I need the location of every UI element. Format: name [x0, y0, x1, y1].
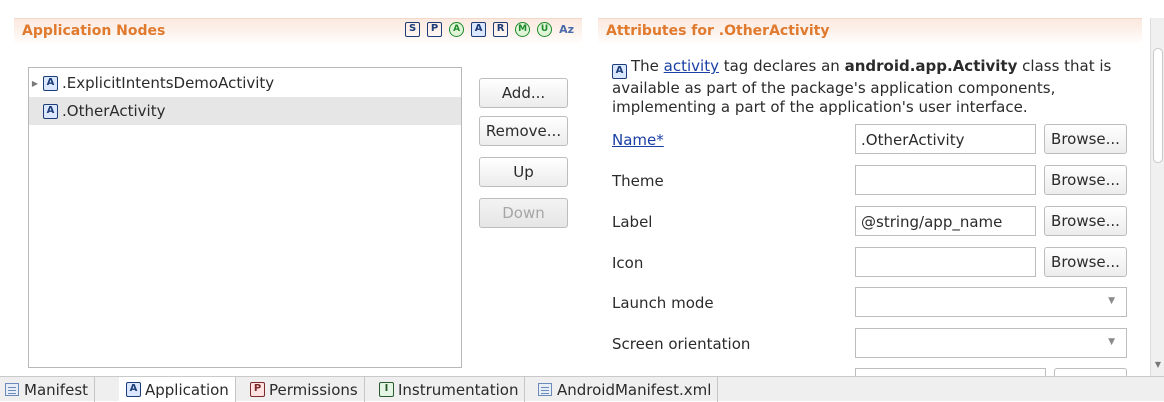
filter-a-circle-icon[interactable]: A — [449, 22, 465, 37]
tree-item-other-activity[interactable]: A .OtherActivity — [29, 97, 461, 125]
activity-description: A The activity tag declares an android.ap… — [612, 57, 1132, 117]
name-browse-button[interactable]: Browse... — [1044, 124, 1127, 154]
tab-manifest-label: Manifest — [24, 380, 89, 399]
tab-instrumentation-label: Instrumentation — [398, 380, 519, 399]
launch-mode-label: Launch mode — [612, 294, 714, 312]
remove-button[interactable]: Remove... — [479, 116, 568, 146]
name-field[interactable]: .OtherActivity — [855, 124, 1036, 154]
instrumentation-icon: I — [379, 382, 394, 397]
activity-icon: A — [43, 75, 58, 91]
tab-permissions[interactable]: P Permissions — [243, 377, 365, 402]
next-button-partial — [1054, 368, 1127, 376]
manifest-icon — [5, 383, 19, 396]
xml-file-icon — [538, 383, 552, 396]
permissions-icon: P — [250, 382, 265, 397]
label-browse-button[interactable]: Browse... — [1044, 206, 1127, 236]
activity-icon: A — [43, 103, 58, 119]
add-button[interactable]: Add... — [479, 78, 568, 108]
tab-application-label: Application — [145, 380, 229, 399]
launch-mode-select[interactable]: ▼ — [855, 287, 1127, 317]
description-prefix: The — [631, 57, 664, 75]
activity-icon: A — [612, 64, 627, 79]
description-middle: tag declares an — [718, 57, 845, 75]
theme-field[interactable] — [855, 165, 1036, 195]
theme-label: Theme — [612, 172, 664, 190]
attributes-header: Attributes for .OtherActivity — [598, 18, 1142, 44]
application-icon: A — [126, 382, 141, 397]
tab-android-manifest-xml[interactable]: AndroidManifest.xml — [533, 377, 719, 402]
sort-az-icon[interactable]: Az — [559, 23, 574, 36]
tab-application[interactable]: A Application — [119, 377, 236, 402]
dropdown-arrow-icon: ▼ — [1108, 296, 1115, 306]
down-button: Down — [479, 198, 568, 228]
application-nodes-title: Application Nodes — [22, 23, 166, 39]
tree-item-label: .ExplicitIntentsDemoActivity — [62, 74, 275, 92]
theme-browse-button[interactable]: Browse... — [1044, 165, 1127, 195]
scroll-down-arrow-icon[interactable]: ▼ — [1153, 360, 1163, 369]
expand-arrow-icon[interactable]: ▶ — [29, 79, 41, 88]
name-label-link[interactable]: Name* — [612, 131, 664, 149]
screen-orientation-select[interactable]: ▼ — [855, 328, 1127, 358]
filter-p-icon[interactable]: P — [427, 22, 443, 37]
icon-field[interactable] — [855, 247, 1036, 277]
dropdown-arrow-icon: ▼ — [1108, 337, 1115, 347]
vertical-scrollbar[interactable]: ▼ — [1150, 18, 1164, 376]
application-tree[interactable]: ▶ A .ExplicitIntentsDemoActivity A .Othe… — [28, 67, 462, 368]
tab-manifest[interactable]: Manifest — [0, 377, 96, 402]
tree-item-explicit-intents-demo-activity[interactable]: ▶ A .ExplicitIntentsDemoActivity — [29, 69, 461, 97]
filter-r-icon[interactable]: R — [493, 22, 509, 37]
activity-doc-link[interactable]: activity — [664, 57, 719, 75]
scrollbar-thumb[interactable] — [1153, 48, 1163, 163]
up-button[interactable]: Up — [479, 157, 568, 187]
next-field-partial — [855, 368, 1046, 376]
screen-orientation-label: Screen orientation — [612, 335, 751, 353]
label-field[interactable]: @string/app_name — [855, 206, 1036, 236]
editor-tab-bar: Manifest A Application P Permissions I I… — [0, 376, 1164, 402]
filter-toolbar: S P A A R M U Az — [405, 22, 574, 37]
icon-label: Icon — [612, 254, 644, 272]
filter-m-icon[interactable]: M — [515, 22, 531, 37]
icon-browse-button[interactable]: Browse... — [1044, 247, 1127, 277]
label-label: Label — [612, 213, 653, 231]
tab-instrumentation[interactable]: I Instrumentation — [372, 377, 526, 402]
filter-s-icon[interactable]: S — [405, 22, 421, 37]
tab-xml-label: AndroidManifest.xml — [557, 380, 712, 399]
filter-u-icon[interactable]: U — [537, 22, 553, 37]
activity-class-name: android.app.Activity — [844, 57, 1018, 75]
filter-a-icon[interactable]: A — [471, 22, 487, 37]
tree-item-label: .OtherActivity — [62, 102, 166, 120]
application-nodes-header: Application Nodes S P A A R M U Az — [14, 18, 582, 44]
tab-permissions-label: Permissions — [269, 380, 358, 399]
attributes-title: Attributes for .OtherActivity — [606, 23, 830, 39]
